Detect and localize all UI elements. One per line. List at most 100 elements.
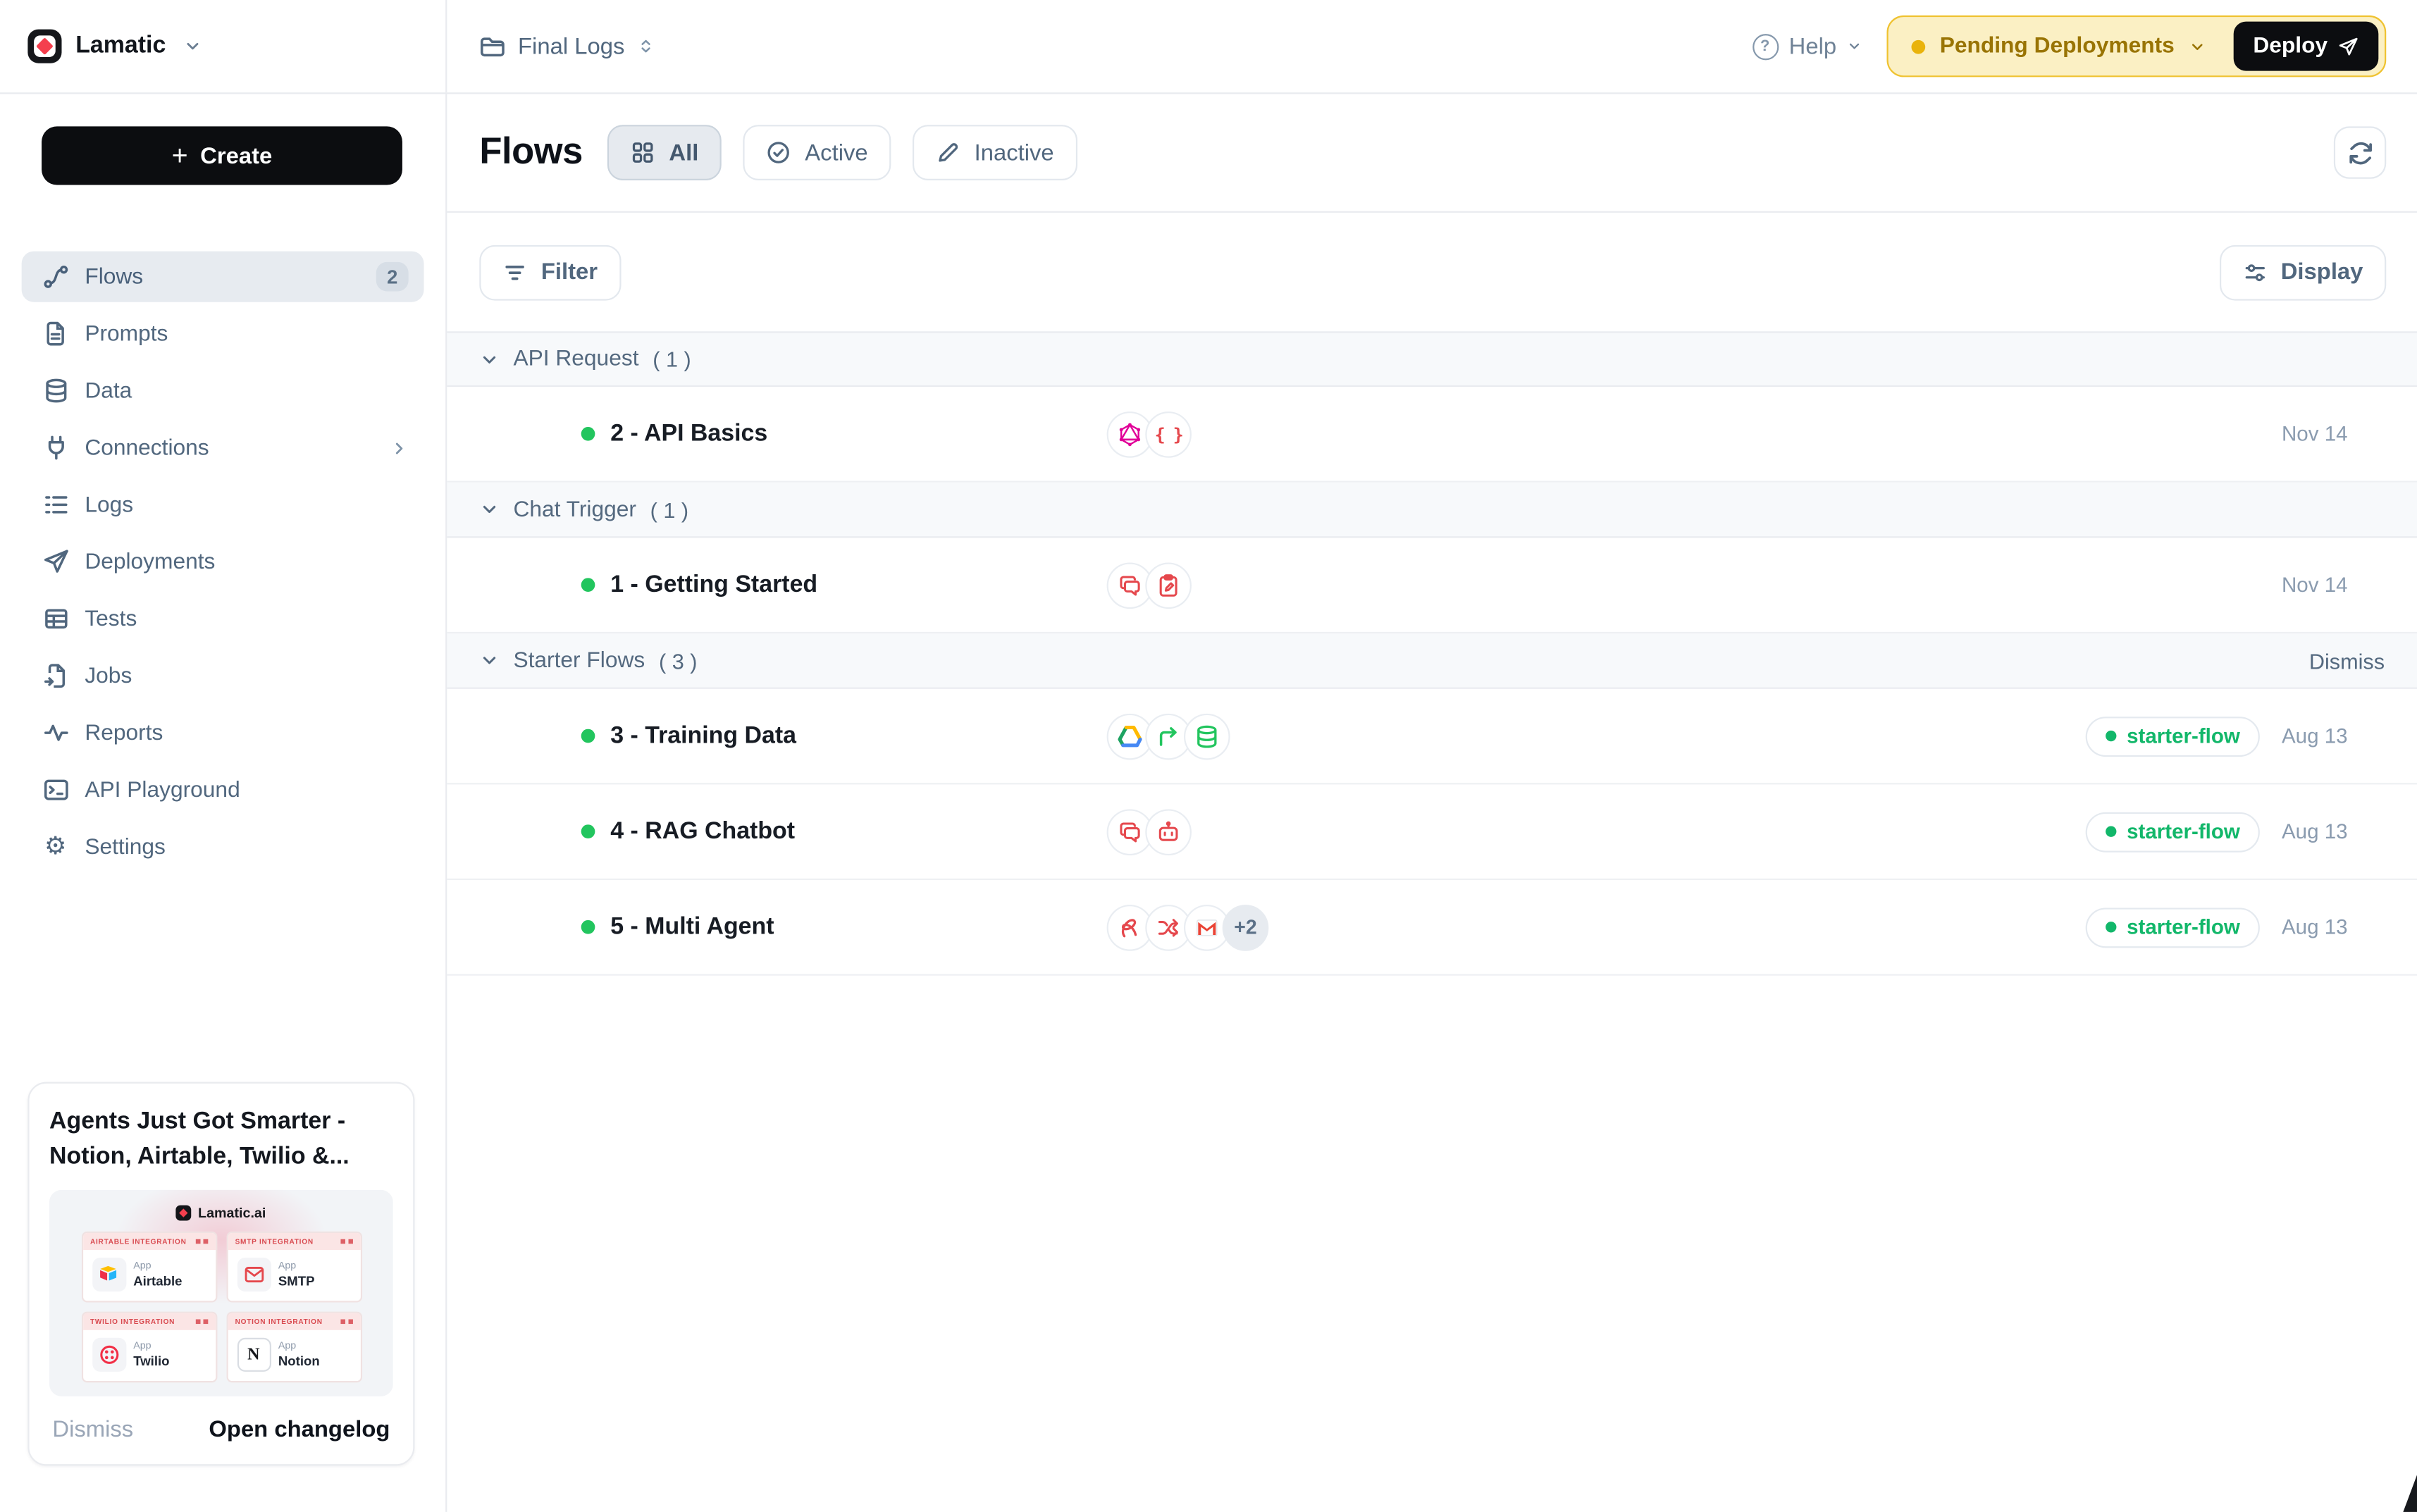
- sidebar-item-connections[interactable]: Connections: [22, 422, 424, 473]
- list-toolbar: Filter Display: [447, 213, 2417, 331]
- open-changelog-link[interactable]: Open changelog: [209, 1416, 390, 1442]
- sidebar-item-label: Flows: [85, 264, 143, 289]
- promo-dismiss-link[interactable]: Dismiss: [52, 1416, 133, 1442]
- sidebar-item-api-playground[interactable]: API Playground: [22, 764, 424, 815]
- tag-label: starter-flow: [2127, 820, 2240, 843]
- refresh-button[interactable]: [2334, 126, 2386, 178]
- sidebar-item-label: Settings: [85, 835, 166, 860]
- sidebar-item-data[interactable]: Data: [22, 365, 424, 416]
- section-header-starter-flows[interactable]: Starter Flows ( 3 ) Dismiss: [447, 633, 2417, 689]
- flow-row-multi-agent[interactable]: 5 - Multi Agent +2 starter-flow: [447, 880, 2417, 976]
- flow-name: 2 - API Basics: [610, 420, 767, 447]
- flow-name: 1 - Getting Started: [610, 571, 817, 598]
- file-text-icon: [42, 320, 69, 347]
- app-label: App: [133, 1260, 182, 1271]
- section-dismiss-link[interactable]: Dismiss: [2309, 648, 2385, 673]
- filter-label: Filter: [541, 259, 598, 285]
- integration-card-twilio: TWILIO INTEGRATION AppTwilio: [81, 1312, 217, 1383]
- sidebar-item-jobs[interactable]: Jobs: [22, 650, 424, 701]
- flow-name: 4 - RAG Chatbot: [610, 817, 795, 845]
- flow-node-icons: [1107, 713, 1230, 760]
- help-menu[interactable]: ? Help: [1752, 33, 1862, 59]
- section-title: Starter Flows: [513, 648, 645, 673]
- deploy-label: Deploy: [2253, 34, 2328, 58]
- deploy-button[interactable]: Deploy: [2233, 22, 2378, 71]
- flow-node-icons: { }: [1107, 411, 1192, 457]
- tag-dot: [2105, 922, 2115, 932]
- chevron-down-icon: [479, 349, 499, 368]
- sidebar-item-flows[interactable]: Flows 2: [22, 252, 424, 302]
- status-dot: [1912, 39, 1926, 54]
- active-status-dot: [581, 920, 595, 934]
- sidebar-item-label: Jobs: [85, 664, 132, 688]
- check-circle-icon: [767, 140, 791, 165]
- breadcrumb[interactable]: Final Logs: [447, 0, 1752, 92]
- sidebar-nav: Flows 2 Prompts Data Connections: [0, 252, 445, 873]
- grid-icon: [631, 140, 655, 165]
- twilio-icon: [92, 1338, 125, 1372]
- starter-flow-tag: starter-flow: [2085, 812, 2260, 852]
- section-header-chat-trigger[interactable]: Chat Trigger ( 1 ): [447, 483, 2417, 538]
- integration-card-smtp: SMTP INTEGRATION AppSMTP: [225, 1232, 361, 1303]
- sidebar-item-label: Data: [85, 378, 132, 403]
- flow-date: Aug 13: [2282, 820, 2348, 843]
- flows-filter-tabs: All Active Inactive: [607, 125, 1077, 180]
- airtable-icon: [92, 1258, 125, 1291]
- chevron-down-icon: [479, 500, 499, 519]
- sidebar-item-reports[interactable]: Reports: [22, 707, 424, 758]
- flows-header: Flows All Active Inactive: [447, 94, 2417, 212]
- integration-cards-grid: AIRTABLE INTEGRATION AppAirtable SMTP IN…: [81, 1232, 361, 1382]
- sidebar-item-label: Tests: [85, 607, 137, 631]
- display-label: Display: [2281, 259, 2363, 285]
- create-button[interactable]: + Create: [42, 126, 402, 185]
- flow-date: Nov 14: [2282, 574, 2348, 597]
- folder-icon: [479, 33, 505, 59]
- integration-card-header: NOTION INTEGRATION: [235, 1318, 323, 1325]
- gear-icon: ⚙: [42, 833, 69, 860]
- flow-row-training-data[interactable]: 3 - Training Data starter-flow Aug 13: [447, 689, 2417, 785]
- tab-all[interactable]: All: [607, 125, 722, 180]
- tab-active[interactable]: Active: [743, 125, 891, 180]
- app-name: Airtable: [133, 1273, 182, 1289]
- database-icon: [1184, 713, 1230, 760]
- promo-banner-image: Lamatic.ai AIRTABLE INTEGRATION AppAirta…: [49, 1190, 393, 1396]
- sliders-icon: [2242, 260, 2267, 285]
- sidebar-item-settings[interactable]: ⚙ Settings: [22, 822, 424, 872]
- tab-inactive[interactable]: Inactive: [913, 125, 1077, 180]
- sidebar-item-logs[interactable]: Logs: [22, 479, 424, 530]
- banner-logo: Lamatic.ai: [176, 1206, 266, 1221]
- flow-row-getting-started[interactable]: 1 - Getting Started Nov 14: [447, 538, 2417, 633]
- top-bar-actions: ? Help Pending Deployments Deploy: [1752, 0, 2417, 92]
- flow-date: Aug 13: [2282, 724, 2348, 748]
- sidebar-item-label: Reports: [85, 721, 163, 745]
- mini-controls-icon: [195, 1239, 208, 1244]
- clipboard-pen-icon: [1145, 562, 1192, 608]
- integration-card-airtable: AIRTABLE INTEGRATION AppAirtable: [81, 1232, 217, 1303]
- flow-row-rag-chatbot[interactable]: 4 - RAG Chatbot starter-flow Aug 13: [447, 784, 2417, 880]
- send-icon: [2338, 36, 2358, 56]
- starter-flow-tag: starter-flow: [2085, 907, 2260, 947]
- section-header-api-request[interactable]: API Request ( 1 ): [447, 331, 2417, 387]
- main-content: Flows All Active Inactive: [447, 94, 2417, 1512]
- table-icon: [42, 605, 69, 633]
- flow-row-api-basics[interactable]: 2 - API Basics { } Nov 14: [447, 387, 2417, 483]
- plug-icon: [42, 434, 69, 461]
- sidebar-item-prompts[interactable]: Prompts: [22, 309, 424, 359]
- changelog-promo-card: Agents Just Got Smarter - Notion, Airtab…: [27, 1082, 414, 1466]
- section-count: ( 1 ): [650, 497, 688, 521]
- help-icon: ?: [1752, 33, 1778, 59]
- sidebar-item-tests[interactable]: Tests: [22, 593, 424, 644]
- display-button[interactable]: Display: [2219, 244, 2386, 300]
- flows-list: API Request ( 1 ) 2 - API Basics { } Nov…: [447, 331, 2417, 975]
- pending-deployments-dropdown[interactable]: Pending Deployments Deploy: [1887, 16, 2386, 78]
- tag-label: starter-flow: [2127, 915, 2240, 938]
- workspace-switcher[interactable]: Lamatic: [0, 0, 447, 92]
- filter-button[interactable]: Filter: [479, 244, 621, 300]
- promo-title: Agents Just Got Smarter - Notion, Airtab…: [49, 1103, 393, 1175]
- app-name: Notion: [278, 1353, 320, 1369]
- filter-icon: [502, 260, 527, 285]
- sidebar-item-label: Prompts: [85, 321, 168, 346]
- chevron-down-icon: [2188, 38, 2205, 55]
- sidebar-item-deployments[interactable]: Deployments: [22, 536, 424, 587]
- section-title: Chat Trigger: [513, 497, 636, 521]
